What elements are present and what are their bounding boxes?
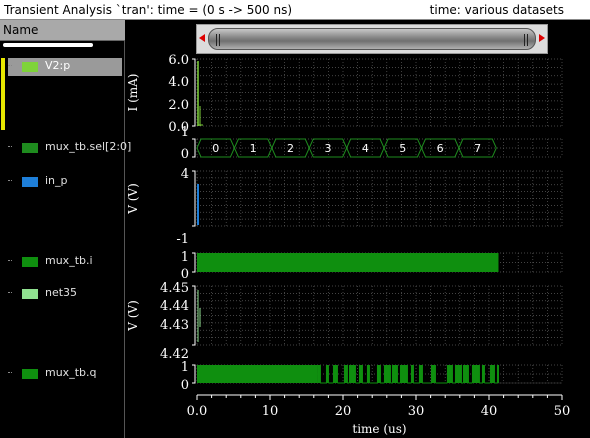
- bus-value-label: 2: [287, 142, 294, 155]
- y-tick-label: 4.43: [160, 318, 189, 333]
- trace-mux-tb-q-pulse: [447, 365, 453, 383]
- trace-mux-tb-q-pulse: [349, 365, 356, 383]
- trace-mux-tb-q-pulse: [455, 365, 462, 383]
- x-tick-label: 20: [335, 404, 352, 419]
- strip-axis-bracket: [192, 364, 196, 384]
- y-tick-label: -1: [176, 232, 189, 247]
- tree-connector: [8, 372, 12, 374]
- sidebar-item-mux-tb-sel[interactable]: mux_tb.sel[2:0]: [8, 139, 131, 157]
- trace-mux-tb-i: [197, 253, 499, 272]
- waveform-plot-area[interactable]: 6.04.02.00.0I (mA)10 0 1 2 3 4 5 6 74-1V (V)104.…: [125, 54, 590, 438]
- color-swatch: [22, 289, 38, 299]
- window-titlebar: Transient Analysis `tran': time = (0 s -…: [0, 0, 590, 20]
- y-tick-label: 4: [181, 167, 189, 182]
- scroll-left-arrow-icon[interactable]: [199, 34, 205, 42]
- y-tick-label: 2.0: [168, 98, 189, 113]
- window-title: Transient Analysis `tran': time = (0 s -…: [4, 3, 293, 17]
- strip-axis-bracket: [192, 252, 196, 273]
- trace-mux-tb-q-pulse: [463, 365, 469, 383]
- color-swatch: [22, 62, 38, 72]
- trace-mux-tb-q-pulse: [392, 365, 398, 383]
- trace-mux-tb-q-solid: [197, 365, 318, 383]
- tree-connector: [8, 260, 12, 262]
- tree-connector: [8, 65, 12, 67]
- y-tick-label: 1: [181, 250, 189, 265]
- tree-connector: [8, 146, 12, 148]
- signal-label: net35: [45, 286, 78, 299]
- header-resize-handle[interactable]: [3, 43, 93, 47]
- color-swatch: [22, 369, 38, 379]
- y-tick-label: 0: [181, 378, 189, 393]
- trace-mux-tb-q-pulse: [333, 365, 338, 383]
- strip-axis-bracket: [192, 138, 196, 158]
- trace-mux-tb-q-pulse: [490, 365, 495, 383]
- y-axis-label: I (mA): [126, 74, 140, 112]
- y-tick-label: 4.45: [160, 281, 189, 296]
- sidebar-item-v2p[interactable]: V2:p: [8, 58, 122, 76]
- color-swatch: [22, 143, 38, 153]
- y-axis-label: V (V): [126, 183, 140, 215]
- strip-axis-bracket: [192, 285, 196, 346]
- y-tick-label: 4.0: [168, 75, 189, 90]
- signal-label: mux_tb.sel[2:0]: [45, 140, 132, 153]
- y-tick-label: 4.44: [160, 299, 189, 314]
- trace-mux-tb-q-pulse: [472, 365, 480, 383]
- signal-label: in_p: [45, 174, 68, 187]
- bus-value-label: 1: [250, 142, 257, 155]
- time-scrollbar[interactable]: [196, 24, 548, 54]
- x-tick-label: 0.0: [187, 404, 208, 419]
- strip-axis-bracket: [192, 58, 196, 127]
- bus-value-label: 5: [399, 142, 406, 155]
- sidebar-item-net35[interactable]: net35: [8, 285, 123, 303]
- bus-value-label: 6: [437, 142, 444, 155]
- sidebar-item-in-p[interactable]: in_p: [8, 173, 123, 191]
- tree-connector: [8, 180, 12, 182]
- signal-sidebar: Name V2:p mux_tb.sel[2:0] in_p mux_tb.i …: [0, 20, 131, 438]
- x-tick-label: 50: [554, 404, 571, 419]
- trace-mux-tb-q-pulse: [400, 365, 408, 383]
- grip-left-icon[interactable]: [216, 34, 220, 46]
- selection-indicator: [1, 58, 5, 130]
- tree-connector: [8, 292, 12, 294]
- signal-label: mux_tb.i: [45, 254, 93, 267]
- y-tick-label: 1: [181, 125, 189, 140]
- x-axis-label: time (us): [352, 422, 406, 436]
- scrollbar-thumb[interactable]: [208, 28, 536, 50]
- dataset-info: time: various datasets: [429, 3, 564, 17]
- bus-value-label: 7: [474, 142, 481, 155]
- bus-value-label: 0: [212, 142, 219, 155]
- y-tick-label: 6.0: [168, 54, 189, 68]
- color-swatch: [22, 177, 38, 187]
- y-axis-label: V (V): [126, 300, 140, 332]
- y-tick-label: 0: [181, 267, 189, 282]
- sidebar-item-mux-tb-i[interactable]: mux_tb.i: [8, 253, 123, 271]
- strip-axis-bracket: [192, 170, 196, 227]
- x-tick-label: 10: [262, 404, 279, 419]
- scroll-right-arrow-icon[interactable]: [539, 34, 545, 42]
- sidebar-item-mux-tb-q[interactable]: mux_tb.q: [8, 365, 123, 383]
- y-tick-label: 1: [181, 360, 189, 375]
- signal-label: mux_tb.q: [45, 366, 97, 379]
- x-tick-label: 30: [408, 404, 425, 419]
- x-tick-label: 40: [481, 404, 498, 419]
- color-swatch: [22, 257, 38, 267]
- signal-label: V2:p: [45, 59, 71, 72]
- sidebar-header-label: Name: [3, 23, 39, 37]
- trace-mux-tb-q-pulse: [384, 365, 391, 383]
- bus-value-label: 3: [324, 142, 331, 155]
- trace-mux-tb-q-pulse: [431, 365, 436, 383]
- grip-right-icon[interactable]: [524, 34, 528, 46]
- sidebar-header: Name: [0, 20, 125, 41]
- y-tick-label: 0: [181, 147, 189, 162]
- bus-value-label: 4: [362, 142, 369, 155]
